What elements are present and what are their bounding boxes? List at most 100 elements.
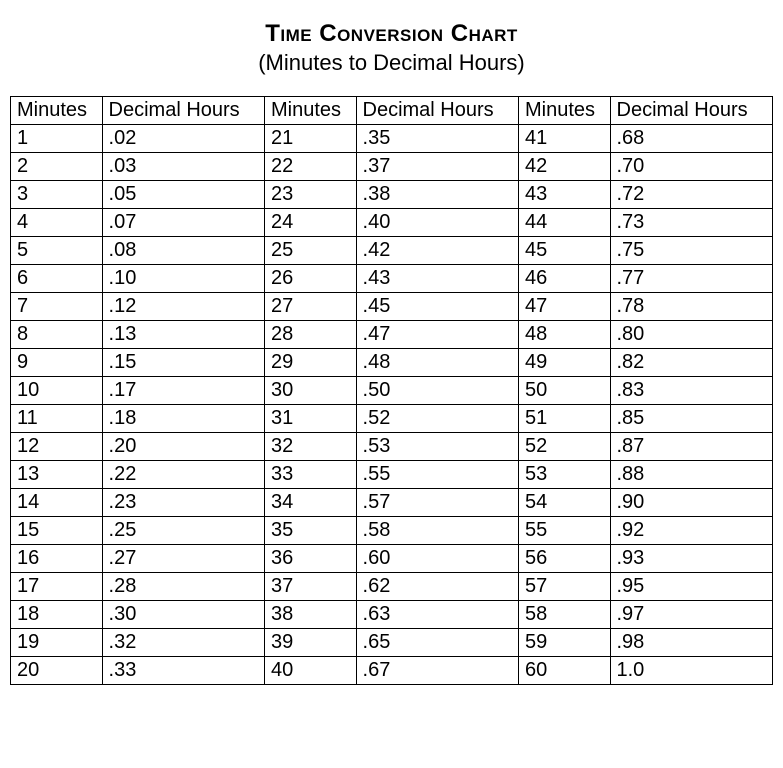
cell-decimal: .12 <box>102 293 264 321</box>
cell-minutes: 60 <box>518 657 610 685</box>
cell-minutes: 3 <box>11 181 103 209</box>
table-row: 14.2334.5754.90 <box>11 489 773 517</box>
cell-minutes: 30 <box>264 377 356 405</box>
cell-minutes: 27 <box>264 293 356 321</box>
cell-minutes: 24 <box>264 209 356 237</box>
cell-decimal: .07 <box>102 209 264 237</box>
cell-decimal: .40 <box>356 209 518 237</box>
cell-decimal: .85 <box>610 405 773 433</box>
cell-minutes: 7 <box>11 293 103 321</box>
cell-minutes: 45 <box>518 237 610 265</box>
cell-minutes: 51 <box>518 405 610 433</box>
cell-decimal: .55 <box>356 461 518 489</box>
cell-decimal: .58 <box>356 517 518 545</box>
cell-minutes: 47 <box>518 293 610 321</box>
table-row: 18.3038.6358.97 <box>11 601 773 629</box>
cell-minutes: 41 <box>518 125 610 153</box>
cell-minutes: 10 <box>11 377 103 405</box>
cell-decimal: .22 <box>102 461 264 489</box>
table-body: 1.0221.3541.682.0322.3742.703.0523.3843.… <box>11 125 773 685</box>
table-row: 3.0523.3843.72 <box>11 181 773 209</box>
cell-decimal: .13 <box>102 321 264 349</box>
cell-minutes: 55 <box>518 517 610 545</box>
header-minutes-3: Minutes <box>518 97 610 125</box>
cell-minutes: 4 <box>11 209 103 237</box>
cell-minutes: 25 <box>264 237 356 265</box>
cell-minutes: 14 <box>11 489 103 517</box>
cell-decimal: .03 <box>102 153 264 181</box>
cell-decimal: .05 <box>102 181 264 209</box>
cell-minutes: 33 <box>264 461 356 489</box>
cell-minutes: 1 <box>11 125 103 153</box>
cell-minutes: 5 <box>11 237 103 265</box>
cell-minutes: 43 <box>518 181 610 209</box>
cell-decimal: .28 <box>102 573 264 601</box>
table-row: 13.2233.5553.88 <box>11 461 773 489</box>
page-subtitle: (Minutes to Decimal Hours) <box>10 50 773 76</box>
cell-decimal: .25 <box>102 517 264 545</box>
conversion-table: Minutes Decimal Hours Minutes Decimal Ho… <box>10 96 773 685</box>
cell-decimal: .43 <box>356 265 518 293</box>
cell-decimal: .08 <box>102 237 264 265</box>
cell-minutes: 19 <box>11 629 103 657</box>
cell-minutes: 31 <box>264 405 356 433</box>
header-minutes-1: Minutes <box>11 97 103 125</box>
cell-minutes: 37 <box>264 573 356 601</box>
cell-minutes: 6 <box>11 265 103 293</box>
cell-decimal: .63 <box>356 601 518 629</box>
table-row: 12.2032.5352.87 <box>11 433 773 461</box>
cell-minutes: 36 <box>264 545 356 573</box>
table-row: 6.1026.4346.77 <box>11 265 773 293</box>
cell-decimal: .60 <box>356 545 518 573</box>
cell-decimal: .18 <box>102 405 264 433</box>
table-header-row: Minutes Decimal Hours Minutes Decimal Ho… <box>11 97 773 125</box>
cell-minutes: 13 <box>11 461 103 489</box>
cell-decimal: .65 <box>356 629 518 657</box>
table-row: 11.1831.5251.85 <box>11 405 773 433</box>
cell-decimal: .52 <box>356 405 518 433</box>
table-row: 5.0825.4245.75 <box>11 237 773 265</box>
cell-decimal: .75 <box>610 237 773 265</box>
header-decimal-1: Decimal Hours <box>102 97 264 125</box>
cell-minutes: 40 <box>264 657 356 685</box>
table-row: 20.3340.67601.0 <box>11 657 773 685</box>
cell-minutes: 21 <box>264 125 356 153</box>
cell-decimal: .33 <box>102 657 264 685</box>
table-row: 9.1529.4849.82 <box>11 349 773 377</box>
cell-decimal: .20 <box>102 433 264 461</box>
cell-minutes: 8 <box>11 321 103 349</box>
cell-minutes: 44 <box>518 209 610 237</box>
header-decimal-3: Decimal Hours <box>610 97 773 125</box>
cell-decimal: .78 <box>610 293 773 321</box>
cell-minutes: 12 <box>11 433 103 461</box>
cell-decimal: .87 <box>610 433 773 461</box>
cell-minutes: 42 <box>518 153 610 181</box>
table-row: 16.2736.6056.93 <box>11 545 773 573</box>
cell-minutes: 38 <box>264 601 356 629</box>
cell-decimal: .32 <box>102 629 264 657</box>
cell-decimal: .92 <box>610 517 773 545</box>
cell-minutes: 46 <box>518 265 610 293</box>
table-row: 15.2535.5855.92 <box>11 517 773 545</box>
cell-minutes: 53 <box>518 461 610 489</box>
cell-minutes: 11 <box>11 405 103 433</box>
cell-decimal: .73 <box>610 209 773 237</box>
cell-minutes: 59 <box>518 629 610 657</box>
cell-decimal: .37 <box>356 153 518 181</box>
table-row: 2.0322.3742.70 <box>11 153 773 181</box>
cell-decimal: .93 <box>610 545 773 573</box>
cell-decimal: .88 <box>610 461 773 489</box>
table-row: 10.1730.5050.83 <box>11 377 773 405</box>
table-row: 4.0724.4044.73 <box>11 209 773 237</box>
cell-minutes: 29 <box>264 349 356 377</box>
cell-decimal: .53 <box>356 433 518 461</box>
cell-decimal: .47 <box>356 321 518 349</box>
cell-decimal: 1.0 <box>610 657 773 685</box>
cell-decimal: .35 <box>356 125 518 153</box>
cell-decimal: .82 <box>610 349 773 377</box>
cell-decimal: .15 <box>102 349 264 377</box>
page-title: Time Conversion Chart <box>10 20 773 48</box>
cell-minutes: 52 <box>518 433 610 461</box>
cell-minutes: 56 <box>518 545 610 573</box>
cell-decimal: .30 <box>102 601 264 629</box>
